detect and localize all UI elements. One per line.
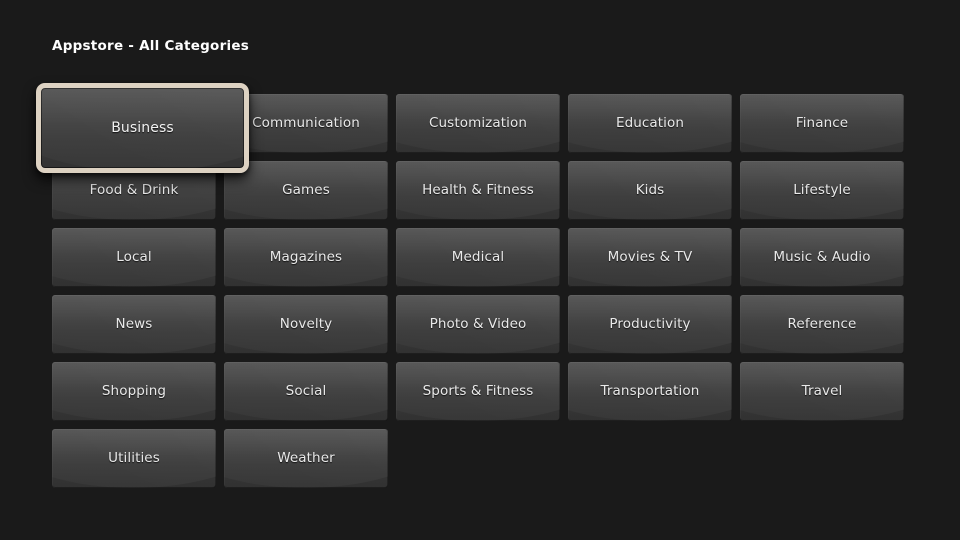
category-tile-label: Utilities [108,449,160,466]
category-tile-business[interactable]: Business [36,83,249,173]
tile-surface[interactable]: Weather [224,429,388,488]
category-tile-music-and-audio[interactable]: Music & Audio [740,228,912,287]
tile-surface[interactable]: Music & Audio [740,228,904,287]
category-tile-kids[interactable]: Kids [568,161,740,220]
tile-surface[interactable]: Education [568,94,732,153]
category-tile-label: Sports & Fitness [422,382,534,399]
category-tile-label: Health & Fitness [422,181,534,198]
tile-surface[interactable]: Magazines [224,228,388,287]
appstore-categories-screen: Appstore - All Categories Business Commun… [0,0,960,540]
category-tile-label: Kids [635,181,665,198]
category-tile-label: Social [285,382,327,399]
tile-surface[interactable]: Social [224,362,388,421]
category-tile-sports-and-fitness[interactable]: Sports & Fitness [396,362,568,421]
category-tile-customization[interactable]: Customization [396,94,568,153]
category-tile-travel[interactable]: Travel [740,362,912,421]
category-tile-label: News [115,315,153,332]
category-tile-label: Medical [451,248,505,265]
tile-surface[interactable]: Novelty [224,295,388,354]
tile-surface[interactable]: Games [224,161,388,220]
category-tile-health-and-fitness[interactable]: Health & Fitness [396,161,568,220]
category-tile-label: Education [615,114,685,131]
category-tile-novelty[interactable]: Novelty [224,295,396,354]
category-tile-utilities[interactable]: Utilities [52,429,224,488]
category-tile-medical[interactable]: Medical [396,228,568,287]
category-tile-local[interactable]: Local [52,228,224,287]
tile-surface[interactable]: Sports & Fitness [396,362,560,421]
category-tile-communication[interactable]: Communication [224,94,396,153]
tile-surface[interactable]: Productivity [568,295,732,354]
category-grid: Business Communication Customization Educat… [36,83,908,488]
category-tile-label: Magazines [269,248,343,265]
tile-surface[interactable]: Local [52,228,216,287]
category-tile-label: Movies & TV [607,248,693,265]
category-tile-label: Travel [801,382,843,399]
tile-surface[interactable]: Lifestyle [740,161,904,220]
category-tile-label: Weather [277,449,335,466]
category-tile-label: Transportation [600,382,700,399]
tile-surface[interactable]: Customization [396,94,560,153]
tile-surface[interactable]: Medical [396,228,560,287]
tile-surface[interactable]: Movies & TV [568,228,732,287]
category-tile-label: Business [111,120,174,136]
category-tile-label: Photo & Video [429,315,527,332]
tile-surface[interactable]: Transportation [568,362,732,421]
tile-surface[interactable]: Shopping [52,362,216,421]
category-tile-label: Music & Audio [773,248,871,265]
category-tile-label: Food & Drink [89,181,179,198]
category-tile-label: Customization [429,114,527,131]
category-tile-label: Productivity [609,315,691,332]
category-tile-magazines[interactable]: Magazines [224,228,396,287]
page-title: Appstore - All Categories [52,38,250,54]
category-tile-weather[interactable]: Weather [224,429,396,488]
tile-surface[interactable]: News [52,295,216,354]
category-tile-label: Reference [787,315,857,332]
category-tile-education[interactable]: Education [568,94,740,153]
tile-surface[interactable]: Business [36,83,249,173]
category-tile-label: Local [116,248,152,265]
category-tile-productivity[interactable]: Productivity [568,295,740,354]
tile-surface[interactable]: Utilities [52,429,216,488]
category-tile-finance[interactable]: Finance [740,94,912,153]
category-tile-label: Shopping [101,382,167,399]
category-tile-transportation[interactable]: Transportation [568,362,740,421]
tile-surface[interactable]: Finance [740,94,904,153]
tile-surface[interactable]: Travel [740,362,904,421]
category-tile-social[interactable]: Social [224,362,396,421]
category-tile-photo-and-video[interactable]: Photo & Video [396,295,568,354]
tile-surface[interactable]: Reference [740,295,904,354]
category-tile-shopping[interactable]: Shopping [52,362,224,421]
category-tile-games[interactable]: Games [224,161,396,220]
category-tile-label: Games [282,181,330,198]
category-tile-reference[interactable]: Reference [740,295,912,354]
category-tile-news[interactable]: News [52,295,224,354]
category-tile-label: Novelty [279,315,333,332]
tile-surface[interactable]: Photo & Video [396,295,560,354]
category-tile-lifestyle[interactable]: Lifestyle [740,161,912,220]
category-tile-label: Communication [252,114,360,131]
category-tile-movies-and-tv[interactable]: Movies & TV [568,228,740,287]
tile-surface[interactable]: Kids [568,161,732,220]
tile-surface[interactable]: Health & Fitness [396,161,560,220]
category-tile-label: Lifestyle [793,181,851,198]
category-tile-label: Finance [795,114,849,131]
